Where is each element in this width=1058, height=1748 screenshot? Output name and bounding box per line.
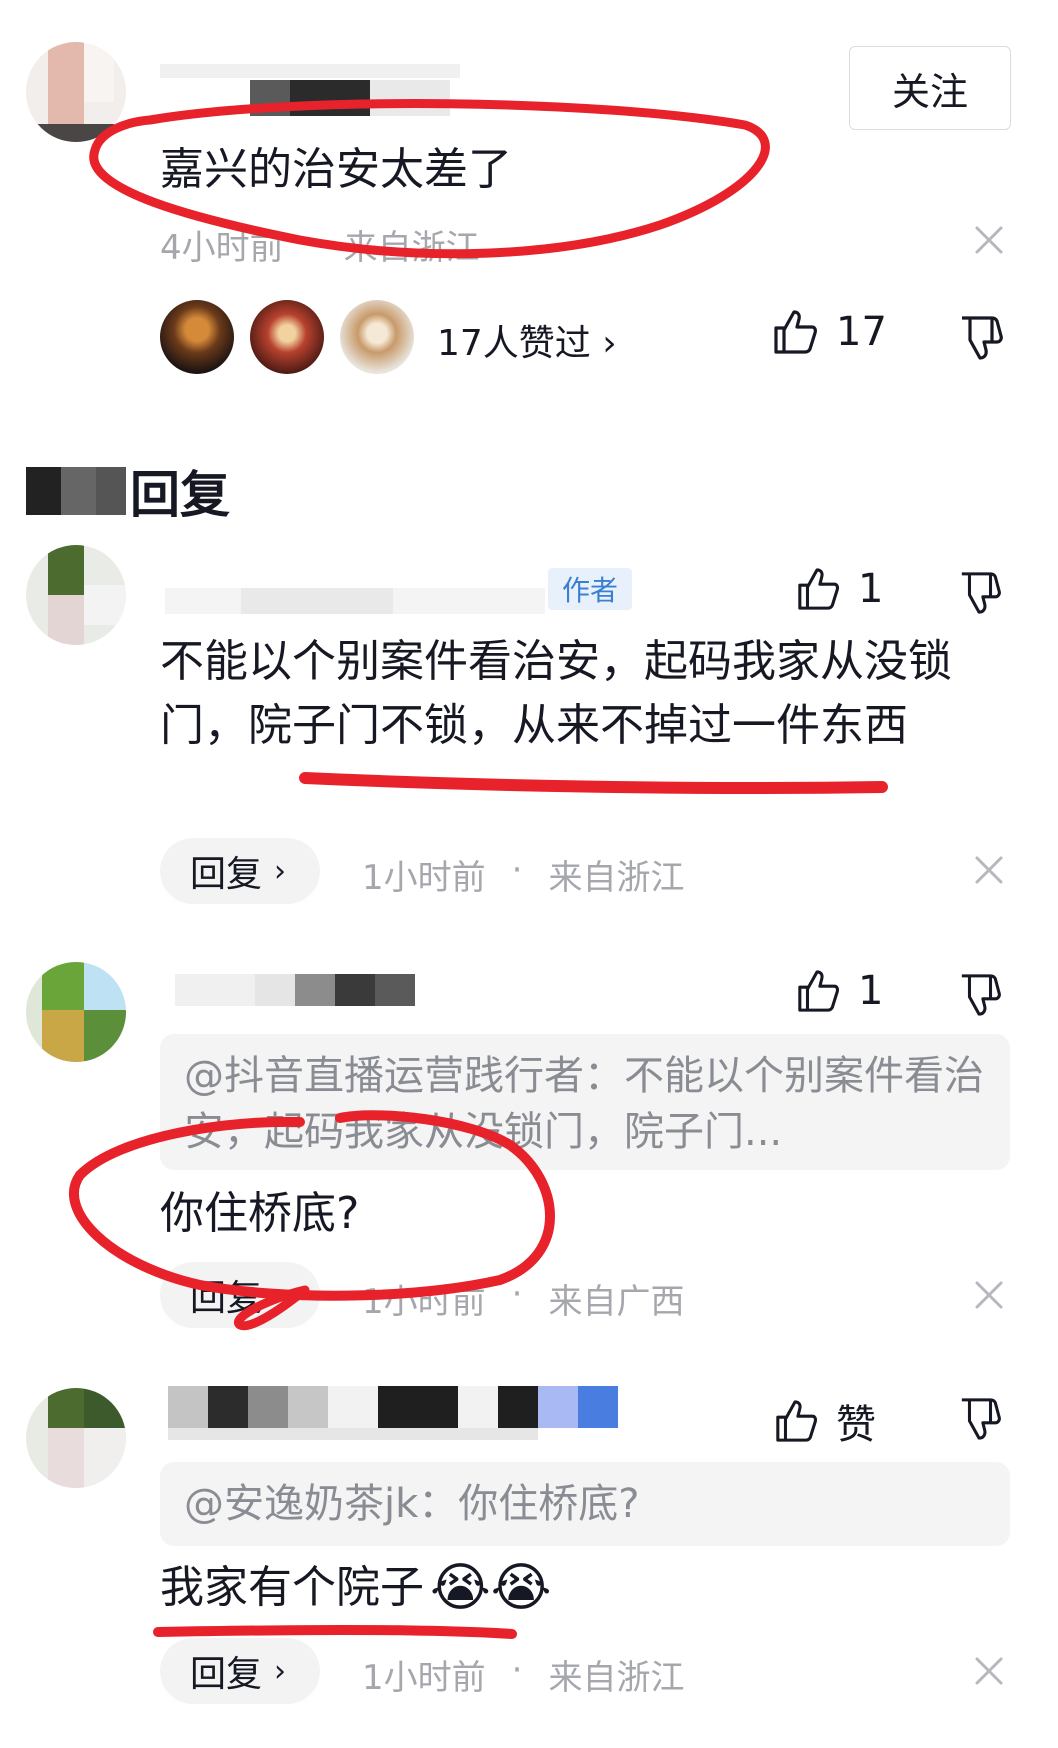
reply3-reply-label: 回复 bbox=[190, 1654, 263, 1695]
liker-avatar-3[interactable] bbox=[340, 300, 414, 374]
thumbs-down-icon[interactable] bbox=[958, 314, 1004, 362]
likers-link[interactable]: 17人赞过 › bbox=[437, 314, 617, 366]
thumbs-up-icon[interactable] bbox=[796, 968, 840, 1014]
reply3-separator: · bbox=[511, 1650, 523, 1690]
reply1-separator: · bbox=[511, 850, 523, 890]
chevron-right-icon: › bbox=[274, 1653, 287, 1689]
reply3-name-underlay bbox=[168, 1428, 538, 1440]
reply1-reply-button[interactable]: 回复 › bbox=[160, 838, 321, 904]
main-like-group[interactable]: 17 bbox=[772, 308, 887, 356]
main-comment-time: 4小时前 bbox=[160, 228, 284, 268]
reply2-text: 你住桥底? bbox=[160, 1188, 360, 1239]
reply3-text-row: 我家有个院子 😭😭 bbox=[160, 1556, 552, 1620]
reply2-reply-label: 回复 bbox=[190, 1278, 263, 1319]
thumbs-up-icon[interactable] bbox=[774, 1398, 818, 1444]
reply1-meta: 1小时前 · 来自浙江 bbox=[362, 850, 684, 899]
thumbs-down-icon[interactable] bbox=[958, 570, 1002, 616]
reply3-quote[interactable]: @安逸奶茶jk：你住桥底? bbox=[160, 1462, 1010, 1546]
commenter-name-redacted-top bbox=[160, 64, 460, 78]
reply1-name-redacted bbox=[165, 588, 545, 614]
red-underline-reply1 bbox=[299, 772, 888, 794]
reply2-like-count: 1 bbox=[858, 968, 884, 1014]
section-title-redacted bbox=[26, 467, 126, 515]
main-like-count: 17 bbox=[836, 309, 887, 355]
thumbs-down-icon[interactable] bbox=[958, 972, 1002, 1018]
main-comment-location: 来自浙江 bbox=[343, 228, 480, 268]
section-title-text: 回复 bbox=[130, 466, 230, 524]
reply1-reply-label: 回复 bbox=[190, 854, 263, 895]
reply2-meta: 1小时前 · 来自广西 bbox=[362, 1274, 684, 1323]
reply3-time: 1小时前 bbox=[362, 1658, 486, 1698]
reply2-separator: · bbox=[511, 1274, 523, 1314]
reply2-location: 来自广西 bbox=[548, 1282, 685, 1322]
reply3-text: 我家有个院子 bbox=[160, 1562, 424, 1613]
reply2-name-redacted bbox=[175, 974, 415, 1006]
liker-avatar-2[interactable] bbox=[250, 300, 324, 374]
thumbs-up-icon[interactable] bbox=[772, 308, 818, 356]
reply3-avatar[interactable] bbox=[26, 1388, 126, 1488]
reply2-quote[interactable]: @抖音直播运营践行者：不能以个别案件看治安，起码我家从没锁门，院子门... bbox=[160, 1034, 1010, 1170]
reply3-like-label: 赞 bbox=[836, 1402, 876, 1448]
replies-section-title: 回复 bbox=[26, 455, 230, 527]
reply3-name-redacted bbox=[168, 1386, 618, 1428]
follow-button[interactable]: 关注 bbox=[849, 46, 1011, 130]
author-badge: 作者 bbox=[548, 568, 632, 610]
chevron-right-icon: › bbox=[274, 853, 287, 889]
reply2-time: 1小时前 bbox=[362, 1282, 486, 1322]
commenter-name-redacted bbox=[250, 80, 450, 116]
reply3-location: 来自浙江 bbox=[548, 1658, 685, 1698]
reply2-like-group[interactable]: 1 bbox=[796, 968, 883, 1014]
reply3-meta: 1小时前 · 来自浙江 bbox=[362, 1650, 684, 1699]
main-comment-meta: 4小时前 来自浙江 bbox=[160, 220, 480, 269]
thumbs-down-icon[interactable] bbox=[958, 1396, 1002, 1442]
crying-laughing-emoji: 😭😭 bbox=[430, 1558, 552, 1618]
reply1-location: 来自浙江 bbox=[548, 858, 685, 898]
close-icon[interactable] bbox=[974, 225, 1004, 255]
chevron-right-icon: › bbox=[274, 1277, 287, 1313]
commenter-avatar[interactable] bbox=[26, 42, 126, 142]
thumbs-up-icon[interactable] bbox=[796, 566, 840, 612]
reply1-text: 不能以个别案件看治安，起码我家从没锁门，院子门不锁，从来不掉过一件东西 bbox=[160, 636, 952, 751]
close-icon[interactable] bbox=[974, 1280, 1004, 1310]
reply1-avatar[interactable] bbox=[26, 545, 126, 645]
close-icon[interactable] bbox=[974, 855, 1004, 885]
reply2-reply-button[interactable]: 回复 › bbox=[160, 1262, 321, 1328]
reply2-avatar[interactable] bbox=[26, 962, 126, 1062]
liker-avatar-1[interactable] bbox=[160, 300, 234, 374]
close-icon[interactable] bbox=[974, 1656, 1004, 1686]
reply3-reply-button[interactable]: 回复 › bbox=[160, 1638, 321, 1704]
reply1-time: 1小时前 bbox=[362, 858, 486, 898]
red-underline-reply3 bbox=[153, 1625, 517, 1639]
main-comment-text: 嘉兴的治安太差了 bbox=[160, 144, 512, 195]
reply3-like-group[interactable]: 赞 bbox=[774, 1392, 876, 1450]
reply1-like-group[interactable]: 1 bbox=[796, 566, 883, 612]
reply1-like-count: 1 bbox=[858, 566, 884, 612]
